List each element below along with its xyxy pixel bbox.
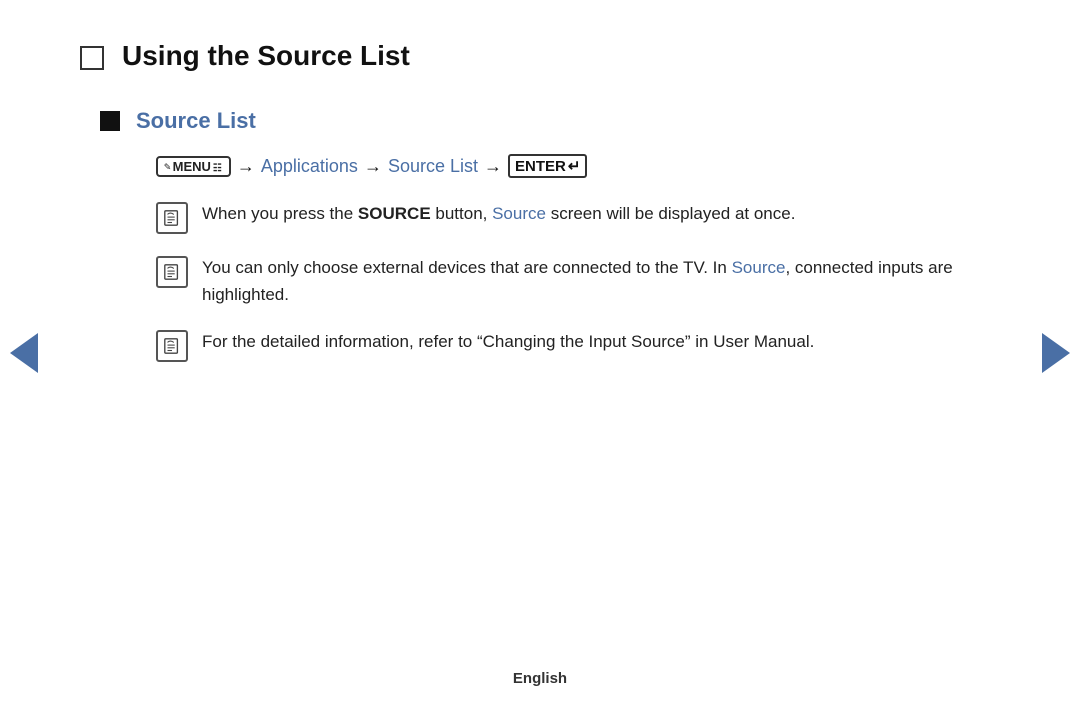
left-arrow-icon xyxy=(10,333,38,373)
note-item-1: When you press the SOURCE button, Source… xyxy=(156,200,1000,234)
arrow-2: → xyxy=(364,156,382,177)
enter-symbol: ↵ xyxy=(568,157,581,175)
nav-right-button[interactable] xyxy=(1042,333,1070,373)
main-title-text: Using the Source List xyxy=(122,40,410,72)
note-items: When you press the SOURCE button, Source… xyxy=(156,200,1000,362)
source-bold: SOURCE xyxy=(358,204,431,223)
source-list-link: Source List xyxy=(388,156,478,177)
section: Source List ✎ MENU ☷ → Applications → So… xyxy=(100,108,1000,362)
main-title-row: Using the Source List xyxy=(80,40,1000,72)
enter-icon: ENTER ↵ xyxy=(508,154,587,178)
section-title: Source List xyxy=(136,108,256,134)
source-blue-1: Source xyxy=(492,204,546,223)
menu-dots: ☷ xyxy=(213,159,223,174)
note-text-2: You can only choose external devices tha… xyxy=(202,254,1000,308)
applications-link: Applications xyxy=(261,156,358,177)
section-header: Source List xyxy=(100,108,1000,134)
menu-row: ✎ MENU ☷ → Applications → Source List → … xyxy=(156,154,1000,178)
menu-key-icon: ✎ MENU ☷ xyxy=(156,156,231,177)
note-icon-2 xyxy=(156,256,188,288)
black-square-icon xyxy=(100,111,120,131)
arrow-3: → xyxy=(484,156,502,177)
footer-language: English xyxy=(513,670,567,687)
pencil-page-icon-3 xyxy=(163,337,181,355)
right-arrow-icon xyxy=(1042,333,1070,373)
arrow-1: → xyxy=(237,156,255,177)
pencil-page-icon-2 xyxy=(163,263,181,281)
pencil-page-icon-1 xyxy=(163,209,181,227)
note-text-3: For the detailed information, refer to “… xyxy=(202,328,814,355)
menu-label: MENU xyxy=(173,159,211,174)
menu-hand-icon: ✎ xyxy=(164,160,171,173)
note-icon-3 xyxy=(156,330,188,362)
source-blue-2: Source xyxy=(732,258,786,277)
nav-left-button[interactable] xyxy=(10,333,38,373)
enter-label: ENTER xyxy=(515,158,566,175)
note-item-3: For the detailed information, refer to “… xyxy=(156,328,1000,362)
note-text-1: When you press the SOURCE button, Source… xyxy=(202,200,795,227)
note-item-2: You can only choose external devices tha… xyxy=(156,254,1000,308)
checkbox-icon xyxy=(80,46,104,70)
page-container: Using the Source List Source List ✎ MENU… xyxy=(0,0,1080,705)
note-icon-1 xyxy=(156,202,188,234)
